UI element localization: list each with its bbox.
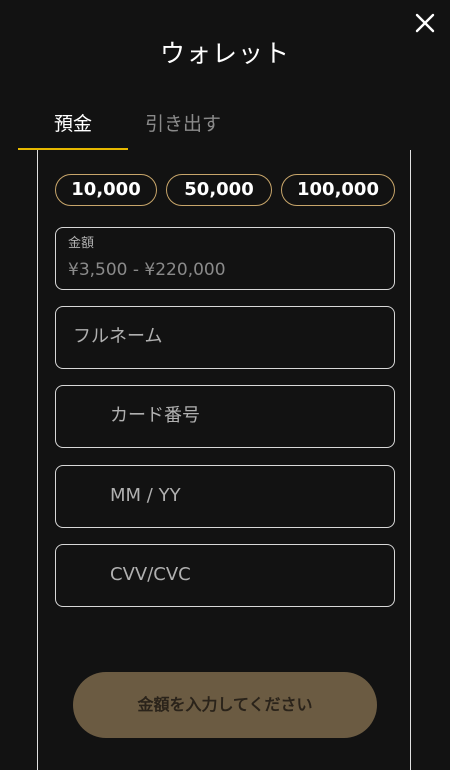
tab-bar: 預金 引き出す bbox=[18, 104, 238, 150]
close-button[interactable] bbox=[412, 10, 438, 36]
amount-chip-50000[interactable]: 50,000 bbox=[166, 174, 272, 206]
tab-withdraw[interactable]: 引き出す bbox=[128, 104, 238, 148]
amount-label: 金額 bbox=[68, 236, 95, 251]
page-title: ウォレット bbox=[159, 39, 290, 68]
amount-chip-10000[interactable]: 10,000 bbox=[55, 174, 157, 206]
expiry-input[interactable]: MM / YY bbox=[55, 465, 395, 528]
full-name-placeholder: フルネーム bbox=[73, 326, 163, 347]
full-name-input[interactable]: フルネーム bbox=[55, 306, 395, 369]
card-number-placeholder: カード番号 bbox=[110, 405, 200, 426]
amount-input[interactable]: 金額 ¥3,500 - ¥220,000 bbox=[55, 227, 395, 290]
amount-range-hint: ¥3,500 - ¥220,000 bbox=[68, 260, 226, 280]
close-icon bbox=[415, 13, 435, 33]
submit-button[interactable]: 金額を入力してください bbox=[73, 672, 377, 738]
deposit-panel: 10,000 50,000 100,000 金額 ¥3,500 - ¥220,0… bbox=[37, 150, 411, 770]
amount-chip-100000[interactable]: 100,000 bbox=[281, 174, 395, 206]
cvv-placeholder: CVV/CVC bbox=[110, 564, 191, 585]
tab-deposit[interactable]: 預金 bbox=[18, 104, 128, 150]
amount-presets: 10,000 50,000 100,000 bbox=[55, 174, 395, 206]
expiry-placeholder: MM / YY bbox=[110, 485, 181, 506]
cvv-input[interactable]: CVV/CVC bbox=[55, 544, 395, 607]
card-number-input[interactable]: カード番号 bbox=[55, 385, 395, 448]
